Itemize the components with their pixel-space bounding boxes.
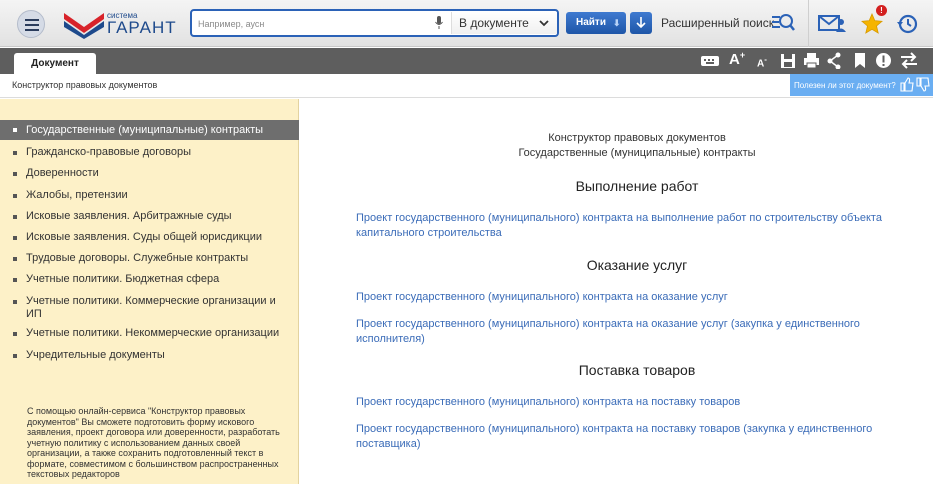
sidebar-item-complaints[interactable]: Жалобы, претензии: [0, 189, 299, 202]
header-divider: [808, 0, 809, 47]
thumbs-down-icon[interactable]: [916, 77, 930, 92]
font-decrease-icon[interactable]: A-: [757, 55, 767, 72]
sidebar-item-general-court-claims[interactable]: Исковые заявления. Суды общей юрисдикции: [0, 231, 299, 244]
doc-link-goods-single-supplier[interactable]: Проект государственного (муниципального)…: [356, 422, 901, 452]
advanced-search-link[interactable]: Расширенный поиск: [661, 16, 774, 30]
keyboard-icon[interactable]: [700, 52, 720, 69]
section-title-services: Оказание услуг: [586, 257, 688, 273]
search-input[interactable]: [198, 16, 428, 32]
garant-logo-icon: [64, 13, 104, 39]
doc-link-construction-works[interactable]: Проект государственного (муниципального)…: [356, 211, 901, 241]
section-title-goods: Поставка товаров: [578, 362, 696, 378]
mail-icon[interactable]: [818, 13, 846, 33]
doc-link-goods[interactable]: Проект государственного (муниципального)…: [356, 395, 901, 410]
switch-arrows-icon[interactable]: [899, 52, 919, 69]
doc-link-services[interactable]: Проект государственного (муниципального)…: [356, 290, 901, 305]
history-icon[interactable]: [896, 13, 918, 35]
bookmark-icon[interactable]: [853, 52, 867, 69]
search-scope-select[interactable]: В документе: [451, 12, 557, 34]
advanced-search-icon[interactable]: [771, 12, 795, 34]
find-button-label: Найти: [576, 17, 606, 28]
sidebar-item-civil-contracts[interactable]: Гражданско-правовые договоры: [0, 146, 299, 159]
thumbs-up-icon[interactable]: [900, 77, 914, 92]
service-description: С помощью онлайн-сервиса "Конструктор пр…: [27, 406, 280, 479]
info-alert-icon[interactable]: [875, 52, 892, 69]
arrow-down-icon: [636, 17, 646, 29]
tab-document[interactable]: Документ: [14, 53, 96, 74]
main-content: Конструктор правовых документов Государс…: [300, 99, 933, 484]
useful-question: Полезен ли этот документ?: [794, 81, 896, 90]
document-toolbar: Документ A+ A-: [0, 48, 933, 74]
sidebar-item-nonprofit-accounting[interactable]: Учетные политики. Некоммерческие организ…: [0, 327, 299, 340]
find-arrow-icon: ⬇: [613, 18, 621, 28]
search-options-button[interactable]: [630, 12, 652, 34]
save-icon[interactable]: [780, 52, 796, 69]
search-box: В документе: [190, 9, 559, 37]
section-title-works: Выполнение работ: [575, 178, 699, 194]
microphone-icon[interactable]: [435, 16, 443, 30]
print-icon[interactable]: [803, 52, 820, 69]
sidebar-item-powers-of-attorney[interactable]: Доверенности: [0, 167, 299, 180]
logo-title: ГАРАНТ: [107, 18, 177, 37]
favorites-star-icon[interactable]: [861, 13, 883, 35]
sidebar-item-founding-documents[interactable]: Учредительные документы: [0, 349, 299, 362]
sidebar-item-budget-accounting[interactable]: Учетные политики. Бюджетная сфера: [0, 273, 299, 286]
heading-line-2: Государственные (муниципальные) контракт…: [518, 147, 756, 159]
search-scope-value: В документе: [459, 16, 529, 30]
chevron-down-icon: [539, 20, 549, 27]
top-header: система ГАРАНТ В документе Найти ⬇ Расши…: [0, 0, 933, 47]
font-increase-icon[interactable]: A+: [729, 50, 745, 68]
sidebar-item-employment-contracts[interactable]: Трудовые договоры. Служебные контракты: [0, 252, 299, 265]
sidebar: Государственные (муниципальные) контракт…: [0, 99, 299, 484]
share-icon[interactable]: [826, 52, 842, 69]
breadcrumb: Конструктор правовых документов: [12, 80, 158, 90]
doc-link-services-single-supplier[interactable]: Проект государственного (муниципального)…: [356, 317, 901, 347]
notification-badge: !: [876, 5, 887, 16]
heading-line-1: Конструктор правовых документов: [548, 132, 726, 144]
hamburger-menu-button[interactable]: [17, 10, 45, 38]
sidebar-item-state-contracts[interactable]: Государственные (муниципальные) контракт…: [0, 120, 299, 140]
find-button[interactable]: Найти ⬇: [566, 12, 626, 34]
sidebar-item-arbitration-claims[interactable]: Исковые заявления. Арбитражные суды: [0, 210, 299, 223]
document-title-row: Конструктор правовых документов Полезен …: [0, 74, 933, 98]
useful-feedback-bar: Полезен ли этот документ?: [790, 74, 933, 96]
sidebar-item-commercial-accounting[interactable]: Учетные политики. Коммерческие организац…: [0, 295, 290, 321]
